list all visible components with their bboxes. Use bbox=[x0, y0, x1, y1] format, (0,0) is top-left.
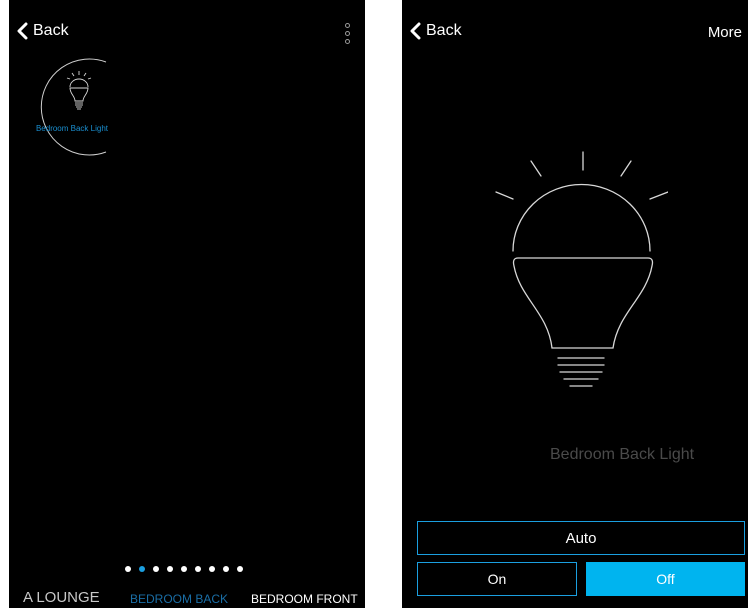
page-dot bbox=[195, 566, 201, 572]
back-button[interactable]: Back bbox=[16, 22, 69, 40]
device-name: Bedroom Back Light bbox=[550, 446, 695, 463]
page-dot bbox=[167, 566, 173, 572]
page-dot bbox=[237, 566, 243, 572]
back-label: Back bbox=[426, 22, 462, 39]
back-button[interactable]: Back bbox=[409, 22, 462, 40]
page-dot bbox=[125, 566, 131, 572]
on-button[interactable]: On bbox=[417, 562, 577, 596]
page-dot bbox=[181, 566, 187, 572]
page-dot bbox=[223, 566, 229, 572]
auto-button[interactable]: Auto bbox=[417, 521, 745, 555]
chevron-left-icon bbox=[17, 22, 28, 40]
tab-bedroom-back[interactable]: BEDROOM BACK bbox=[130, 592, 228, 606]
lightbulb-icon bbox=[66, 71, 92, 110]
room-tabs: A LOUNGE BEDROOM BACK BEDROOM FRONT bbox=[9, 587, 365, 608]
chevron-left-icon bbox=[410, 22, 421, 40]
off-button[interactable]: Off bbox=[586, 562, 745, 596]
more-vertical-icon[interactable] bbox=[341, 23, 353, 45]
more-button[interactable]: More bbox=[708, 24, 742, 41]
page-dot bbox=[139, 566, 145, 572]
page-indicator bbox=[125, 566, 243, 572]
back-label: Back bbox=[33, 22, 69, 39]
device-tile-label: Bedroom Back Light bbox=[35, 124, 108, 133]
device-detail-screen: Back More Bedroom Back Light Auto On Off bbox=[402, 0, 748, 608]
room-devices-screen: Back Bedroom Back Light A LOUNGE BEDROOM… bbox=[9, 0, 365, 608]
device-tile[interactable]: Bedroom Back Light bbox=[14, 56, 114, 160]
tab-bedroom-front[interactable]: BEDROOM FRONT bbox=[251, 592, 358, 606]
tab-lounge[interactable]: A LOUNGE bbox=[23, 589, 100, 606]
lightbulb-icon bbox=[495, 151, 668, 387]
page-dot bbox=[153, 566, 159, 572]
page-dot bbox=[209, 566, 215, 572]
